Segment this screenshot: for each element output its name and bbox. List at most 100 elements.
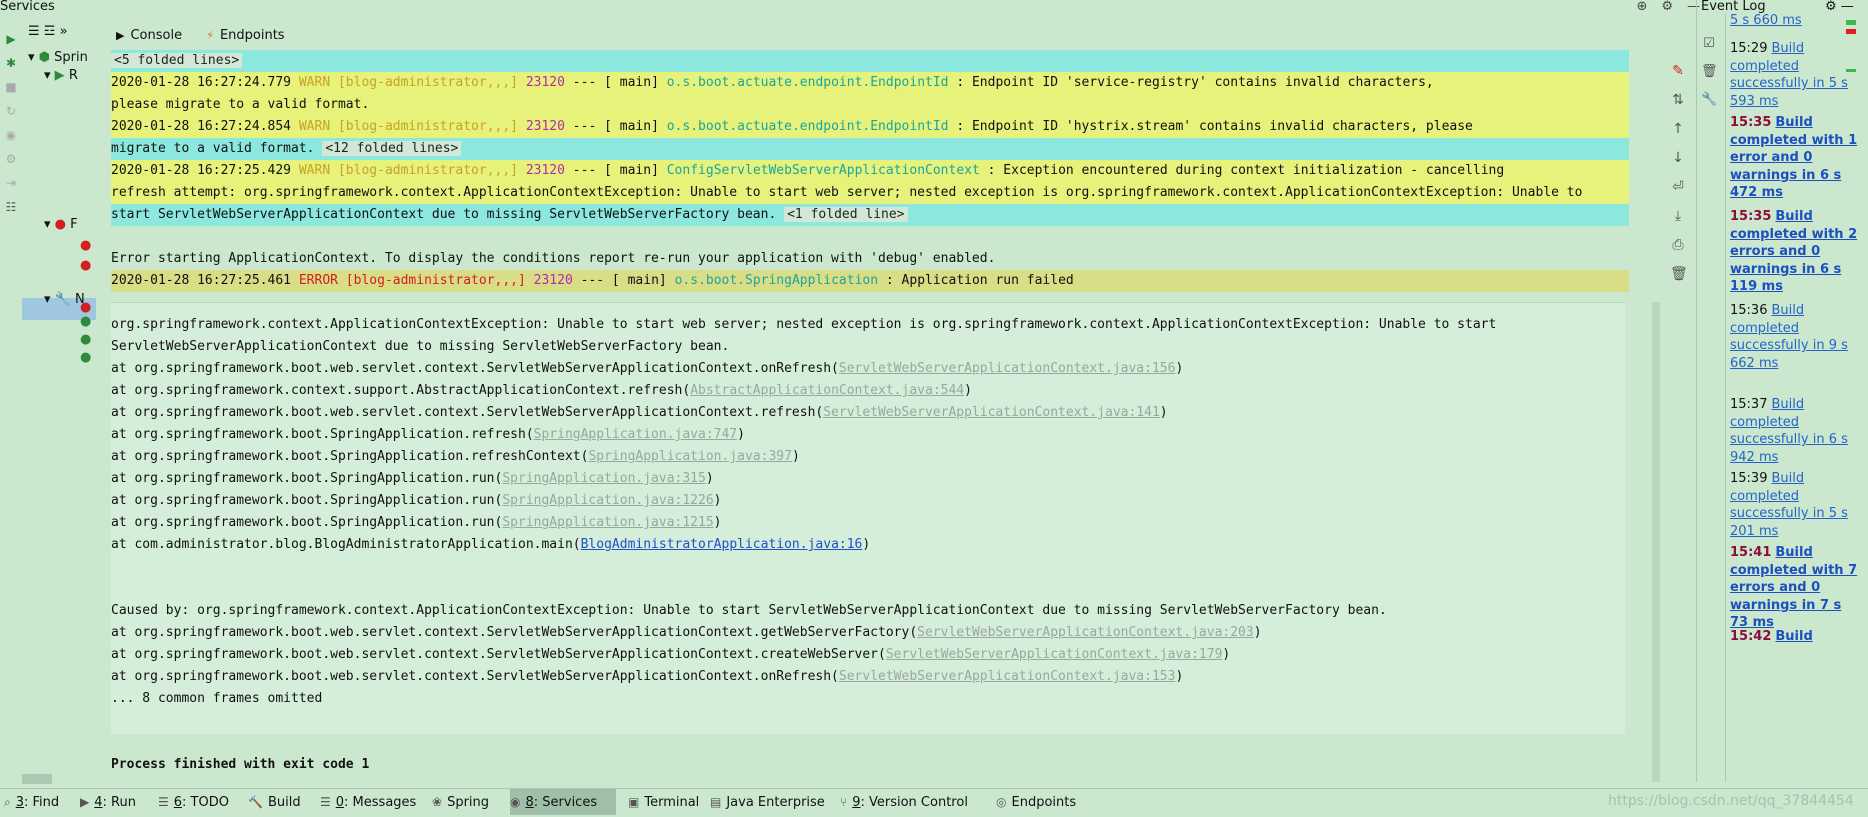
stack-frame-method: at org.springframework.boot.SpringApplic… — [111, 515, 503, 530]
stack-frame-end: ) — [705, 471, 714, 486]
stack-frame-method: at org.springframework.boot.web.servlet.… — [111, 361, 839, 376]
debug-icon[interactable]: ✱ — [4, 56, 18, 70]
bottom-tab-endpoints[interactable]: ◎ Endpoints — [996, 789, 1106, 815]
log-line-warn-2: 2020-01-28 16:27:24.854 WARN [blog-admin… — [111, 116, 1629, 138]
bottom-tab-spring[interactable]: ❀ Spring — [432, 789, 504, 815]
wrench-icon[interactable]: 🔧 — [1701, 92, 1717, 108]
rerun-icon[interactable]: ↻ — [4, 104, 18, 118]
log-line-warn-2-cont[interactable]: + migrate to a valid format. <12 folded … — [111, 138, 1629, 160]
stack-frame-link[interactable]: SpringApplication.java:397 — [588, 449, 792, 464]
bottom-tab-messages[interactable]: ☰ 0: Messages — [320, 789, 426, 815]
stack-frame-link[interactable]: ServletWebServerApplicationContext.java:… — [839, 361, 1176, 376]
soft-wrap-icon[interactable]: ⏎ — [1670, 179, 1686, 195]
bottom-tab-build[interactable]: 🔨 Build — [248, 789, 314, 815]
event-entry: 15:39 Build completed successfully in 5 s… — [1730, 470, 1862, 540]
tree-node-running[interactable]: ▾ ▶ R — [44, 68, 78, 84]
exception-line: org.springframework.context.ApplicationC… — [111, 317, 1497, 332]
log-line-warn-3-cont2[interactable]: + start ServletWebServerApplicationConte… — [111, 204, 1629, 226]
stack-frame-link[interactable]: ServletWebServerApplicationContext.java:… — [886, 647, 1223, 662]
minimize-icon[interactable]: — — [1841, 0, 1854, 14]
bottom-tab-version-control[interactable]: ⑂ 9: Version Control — [840, 789, 990, 815]
event-link[interactable]: Build — [1775, 629, 1812, 644]
stack-frame-link[interactable]: SpringApplication.java:1215 — [502, 515, 713, 530]
layout-icon[interactable]: ☷ — [4, 200, 18, 214]
gear-icon[interactable]: ⚙ — [1661, 0, 1673, 14]
event-time: 15:29 — [1730, 41, 1768, 56]
spring-icon: ❀ — [432, 795, 443, 809]
stack-frame: at org.springframework.boot.SpringApplic… — [111, 424, 1629, 446]
bottom-tab-number: 6 — [173, 795, 183, 810]
tree-node-spring[interactable]: ▾ ⬢ Sprin — [28, 50, 88, 66]
search-icon: ⌕ — [4, 795, 11, 809]
event-time: 15:36 — [1730, 303, 1768, 318]
bottom-tab-label: : Services — [533, 795, 598, 810]
stack-frame: at org.springframework.boot.web.servlet.… — [111, 622, 1629, 644]
check-icon[interactable]: ☑ — [1701, 36, 1717, 52]
bottom-tab-services[interactable]: ◉ 8: Services — [510, 789, 616, 815]
event-entry: 15:29 Build completed successfully in 5 s… — [1730, 40, 1862, 110]
bottom-tab-label: : TODO — [182, 795, 229, 810]
stack-frame-end: ) — [862, 537, 871, 552]
sort-icon[interactable]: ⇅ — [1670, 92, 1686, 108]
tree-node-not-started[interactable]: ▾ 🔧 N — [44, 292, 85, 308]
stack-frame: at org.springframework.context.support.A… — [111, 380, 1629, 402]
bottom-tab-java-enterprise[interactable]: ▤ Java Enterprise — [710, 789, 834, 815]
stack-frame-link[interactable]: SpringApplication.java:315 — [502, 471, 706, 486]
down-arrow-icon[interactable]: ↓ — [1670, 150, 1686, 166]
stack-frame-end: ) — [1222, 647, 1231, 662]
trash-icon[interactable]: 🗑 — [1670, 266, 1688, 282]
stack-frame-link[interactable]: ServletWebServerApplicationContext.java:… — [823, 405, 1160, 420]
bottom-tab-terminal[interactable]: ▣ Terminal — [628, 789, 704, 815]
scroll-end-icon[interactable]: ⤓ — [1670, 208, 1686, 224]
bottom-tab-label: Java Enterprise — [726, 795, 825, 810]
stack-frame-link[interactable]: BlogAdministratorApplication.java:16 — [581, 537, 863, 552]
bottom-tab-run[interactable]: ▶ 4: Run — [80, 789, 152, 815]
target-icon[interactable]: ⊕ — [1636, 0, 1647, 14]
camera-icon[interactable]: ◉ — [4, 128, 18, 142]
event-entry: 15:42 Build — [1730, 628, 1862, 646]
print-icon[interactable]: ⎙ — [1670, 237, 1686, 253]
tree-horizontal-scrollbar[interactable] — [22, 774, 52, 784]
bottom-toolbar: ⌕ 3: Find ▶ 4: Run ☰ 6: TODO 🔨 Build ☰ 0: Message… — [0, 788, 1868, 816]
tab-console[interactable]: ▶ Console — [116, 22, 182, 50]
up-arrow-icon[interactable]: ↑ — [1670, 121, 1686, 137]
run-icon: ▶ — [80, 795, 90, 809]
run-icon[interactable]: ▶ — [4, 32, 18, 46]
console-scrollbar[interactable] — [1652, 302, 1660, 782]
event-entry: 15:35 Build completed with 2 errors and 0… — [1730, 208, 1862, 296]
stack-frame-method: at org.springframework.boot.web.servlet.… — [111, 647, 886, 662]
stack-frame-link[interactable]: AbstractApplicationContext.java:544 — [690, 383, 964, 398]
console-output[interactable]: + <5 folded lines> 2020-01-28 16:27:24.7… — [111, 50, 1629, 782]
messages-icon: ☰ — [320, 795, 331, 809]
bottom-tab-number: 8 — [525, 795, 534, 810]
tree-node-failed[interactable]: ▾ ● F — [44, 217, 78, 233]
log-line-warn-3: 2020-01-28 16:27:25.429 WARN [blog-admin… — [111, 160, 1629, 182]
tab-endpoints[interactable]: ⚡ Endpoints — [206, 22, 284, 50]
event-time: 15:41 — [1730, 545, 1772, 560]
trash-icon[interactable]: 🗑 — [1701, 64, 1718, 80]
stack-frame-link[interactable]: SpringApplication.java:747 — [534, 427, 738, 442]
event-time: 15:37 — [1730, 397, 1768, 412]
event-entry: 15:41 Build completed with 7 errors and 0… — [1730, 544, 1862, 632]
tree-toolbar-icons[interactable]: ☰ ☲ » — [28, 24, 68, 40]
stack-frame-link[interactable]: ServletWebServerApplicationContext.java:… — [839, 669, 1176, 684]
event-log-title: Event Log — [1701, 0, 1766, 14]
folded-lines[interactable]: + <5 folded lines> — [111, 50, 1629, 72]
exit-icon[interactable]: ⇥ — [4, 176, 18, 190]
build-icon: 🔨 — [248, 795, 263, 809]
watermark: https://blog.csdn.net/qq_37844454 — [1608, 793, 1854, 809]
stack-frame-link[interactable]: SpringApplication.java:1226 — [502, 493, 713, 508]
stack-frame-method: at org.springframework.boot.web.servlet.… — [111, 625, 918, 640]
clear-icon[interactable]: ✎ — [1670, 63, 1686, 79]
stack-frame-method: at org.springframework.boot.web.servlet.… — [111, 669, 839, 684]
stack-frame-link[interactable]: ServletWebServerApplicationContext.java:… — [917, 625, 1254, 640]
bottom-tab-todo[interactable]: ☰ 6: TODO — [158, 789, 242, 815]
bottom-tab-label: Spring — [447, 795, 490, 810]
stop-icon[interactable]: ■ — [4, 80, 18, 94]
event-list: 5 s 660 ms 15:29 Build completed successf… — [1725, 14, 1862, 782]
bottom-tab-find[interactable]: ⌕ 3: Find — [4, 789, 74, 815]
gear-icon[interactable]: ⚙ — [1825, 0, 1837, 14]
bottom-tab-label: Terminal — [644, 795, 700, 810]
app-icon: ● — [80, 314, 92, 329]
settings-icon[interactable]: ⚙ — [4, 152, 18, 166]
